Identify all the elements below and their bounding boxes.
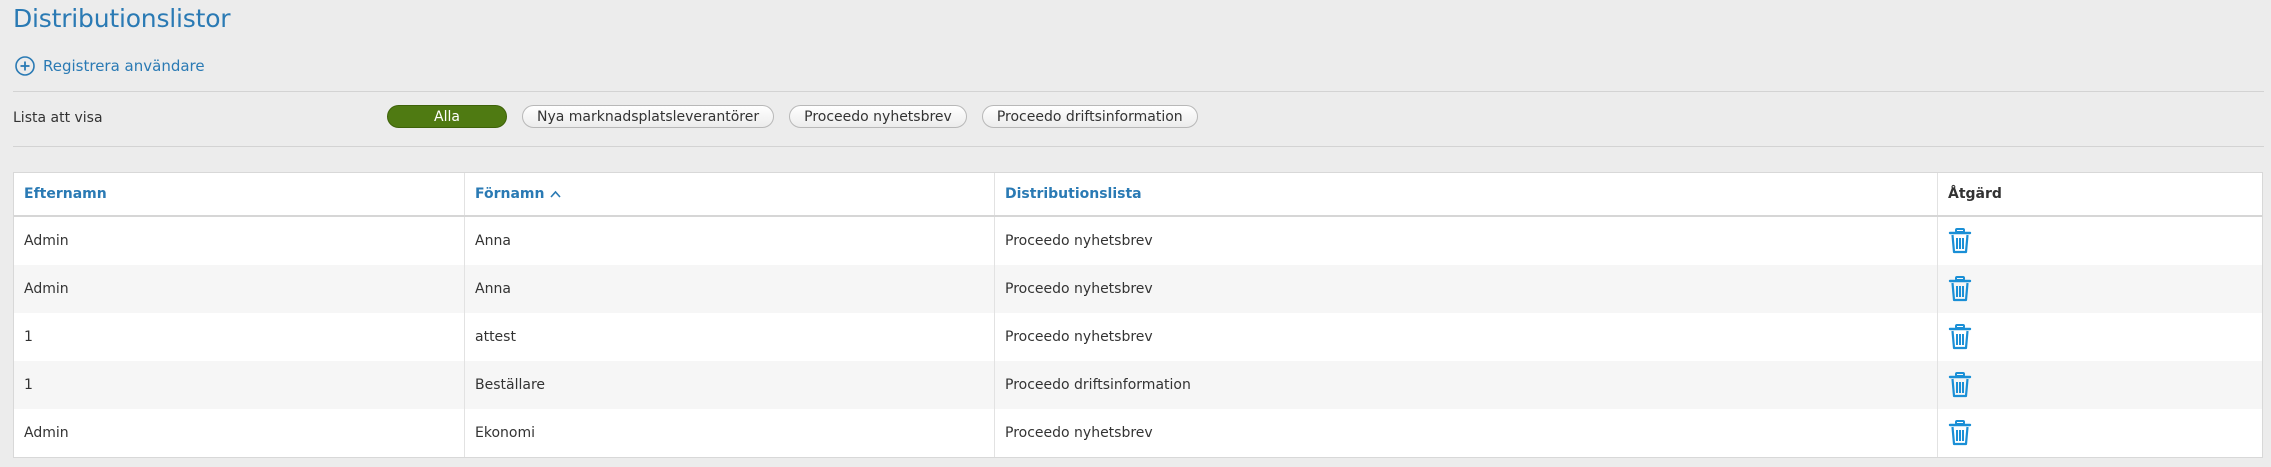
cell-efternamn: Admin [14,409,465,457]
filter-option-proceedo-nyhetsbrev[interactable]: Proceedo nyhetsbrev [789,105,967,128]
cell-atgard [1938,265,2262,313]
plus-circle-icon [15,56,35,76]
cell-fornamn: Ekonomi [465,409,995,457]
filter-option-proceedo-driftsinformation[interactable]: Proceedo driftsinformation [981,105,1198,128]
cell-distributionslista: Proceedo nyhetsbrev [995,409,1938,457]
distribution-table: Efternamn Förnamn Distributionslista Åtg… [13,172,2263,458]
cell-efternamn: 1 [14,361,465,409]
table-row: 1 attest Proceedo nyhetsbrev [14,313,2262,361]
column-header-efternamn[interactable]: Efternamn [14,173,465,215]
column-header-atgard: Åtgärd [1938,173,2262,215]
table-row: Admin Anna Proceedo nyhetsbrev [14,265,2262,313]
column-header-label: Distributionslista [1005,186,1142,202]
cell-atgard [1938,409,2262,457]
cell-distributionslista: Proceedo driftsinformation [995,361,1938,409]
trash-icon[interactable] [1948,228,1972,254]
list-filter-group: Alla Nya marknadsplatsleverantörer Proce… [387,105,1198,128]
sort-ascending-icon [549,186,561,202]
filter-option-nya-marknadsplatsleverantorer[interactable]: Nya marknadsplatsleverantörer [522,105,775,128]
trash-icon[interactable] [1948,372,1972,398]
trash-icon[interactable] [1948,420,1972,446]
divider [13,91,2264,92]
cell-fornamn: attest [465,313,995,361]
filter-label: Lista att visa [13,110,103,126]
register-user-label: Registrera användare [43,57,205,75]
register-user-link[interactable]: Registrera användare [15,56,205,76]
cell-fornamn: Anna [465,265,995,313]
column-header-label: Förnamn [475,186,545,202]
table-row: Admin Ekonomi Proceedo nyhetsbrev [14,409,2262,457]
column-header-fornamn[interactable]: Förnamn [465,173,995,215]
cell-efternamn: Admin [14,217,465,265]
cell-distributionslista: Proceedo nyhetsbrev [995,313,1938,361]
cell-distributionslista: Proceedo nyhetsbrev [995,217,1938,265]
cell-distributionslista: Proceedo nyhetsbrev [995,265,1938,313]
cell-fornamn: Anna [465,217,995,265]
column-header-label: Åtgärd [1948,186,2002,202]
cell-atgard [1938,217,2262,265]
cell-fornamn: Beställare [465,361,995,409]
filter-option-alla[interactable]: Alla [387,105,507,128]
trash-icon[interactable] [1948,324,1972,350]
cell-efternamn: Admin [14,265,465,313]
page: Distributionslistor Registrera användare… [0,0,2271,467]
cell-efternamn: 1 [14,313,465,361]
table-row: Admin Anna Proceedo nyhetsbrev [14,217,2262,265]
table-header: Efternamn Förnamn Distributionslista Åtg… [14,173,2262,217]
cell-atgard [1938,361,2262,409]
divider [13,146,2264,147]
table-row: 1 Beställare Proceedo driftsinformation [14,361,2262,409]
trash-icon[interactable] [1948,276,1972,302]
column-header-distributionslista[interactable]: Distributionslista [995,173,1938,215]
page-title: Distributionslistor [13,4,231,33]
column-header-label: Efternamn [24,186,107,202]
cell-atgard [1938,313,2262,361]
